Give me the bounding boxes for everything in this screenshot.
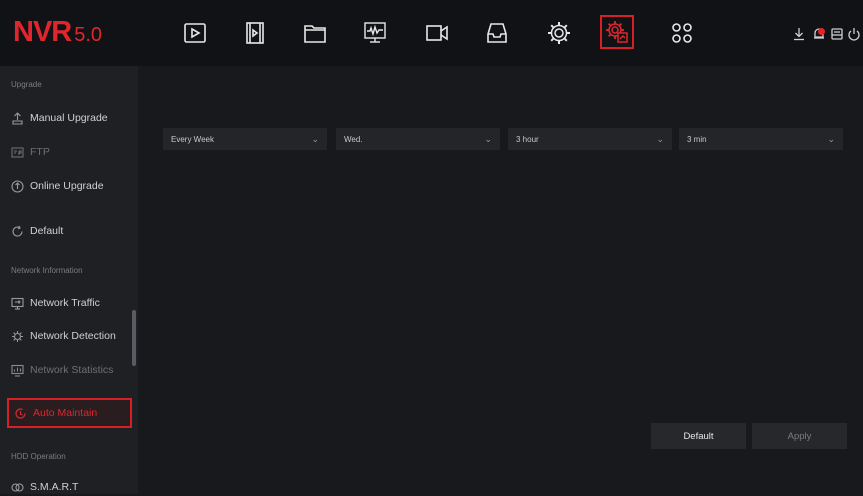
smart-icon xyxy=(11,481,24,494)
network-traffic-icon xyxy=(11,297,24,310)
sidebar-item-label: Default xyxy=(30,225,64,237)
sidebar-item-label: FTP xyxy=(30,146,50,158)
maintain-minute-select[interactable]: 3 min ⌄ xyxy=(679,128,843,150)
folder-icon[interactable] xyxy=(300,18,330,48)
maintenance-gear-icon[interactable] xyxy=(600,15,634,49)
select-value: 3 min xyxy=(687,134,707,144)
sidebar-scrollbar[interactable] xyxy=(132,310,136,366)
sidebar-item-manual-upgrade[interactable]: Manual Upgrade xyxy=(11,109,108,127)
sidebar: Upgrade Manual Upgrade FTP Online Upgrad… xyxy=(0,66,138,494)
sidebar-item-auto-maintain[interactable]: Auto Maintain xyxy=(7,398,132,428)
sidebar-item-label: Network Traffic xyxy=(30,297,100,309)
sidebar-item-network-detection[interactable]: Network Detection xyxy=(11,327,116,345)
sidebar-item-network-traffic[interactable]: Network Traffic xyxy=(11,294,100,312)
chevron-down-icon: ⌄ xyxy=(484,133,492,144)
chevron-down-icon: ⌄ xyxy=(656,133,664,144)
sidebar-item-default[interactable]: Default xyxy=(11,222,63,240)
top-toolbar: NVR 5.0 xyxy=(0,0,863,66)
sidebar-item-ftp[interactable]: FTP xyxy=(11,143,50,161)
maintain-day-select[interactable]: Wed. ⌄ xyxy=(336,128,500,150)
download-icon[interactable] xyxy=(792,27,806,41)
maintain-hour-select[interactable]: 3 hour ⌄ xyxy=(508,128,672,150)
select-value: Every Week xyxy=(171,134,214,144)
network-statistics-icon xyxy=(11,364,24,377)
chevron-down-icon: ⌄ xyxy=(311,133,319,144)
sidebar-item-label: Auto Maintain xyxy=(33,407,98,419)
section-title-hdd-operation: HDD Operation xyxy=(11,452,66,461)
apps-grid-icon[interactable] xyxy=(667,18,697,48)
default-button[interactable]: Default xyxy=(651,423,746,449)
sidebar-item-online-upgrade[interactable]: Online Upgrade xyxy=(11,177,104,195)
auto-maintain-icon xyxy=(14,407,27,420)
apply-button[interactable]: Apply xyxy=(752,423,847,449)
select-value: 3 hour xyxy=(516,134,539,144)
sidebar-item-label: Manual Upgrade xyxy=(30,112,108,124)
ftp-icon xyxy=(11,146,24,159)
sidebar-item-smart[interactable]: S.M.A.R.T xyxy=(11,478,78,496)
settings-gear-icon[interactable] xyxy=(544,18,574,48)
online-upgrade-icon xyxy=(11,179,24,193)
sidebar-item-label: Network Detection xyxy=(30,330,116,342)
nvr-logo: NVR 5.0 xyxy=(13,16,102,49)
logo-text: NVR xyxy=(13,16,72,48)
network-detection-icon xyxy=(11,330,24,343)
maintain-period-select[interactable]: Every Week ⌄ xyxy=(163,128,327,150)
default-reset-icon xyxy=(11,225,24,238)
playback-icon[interactable] xyxy=(180,18,210,48)
sidebar-item-label: S.M.A.R.T xyxy=(30,481,79,493)
sidebar-item-network-statistics[interactable]: Network Statistics xyxy=(11,361,113,379)
storage-icon[interactable] xyxy=(830,27,844,41)
logo-version: 5.0 xyxy=(74,24,103,46)
sidebar-item-label: Online Upgrade xyxy=(30,180,104,192)
upgrade-icon xyxy=(11,111,24,125)
monitor-waveform-icon[interactable] xyxy=(360,18,390,48)
section-title-network-information: Network Information xyxy=(11,266,83,275)
section-title-upgrade: Upgrade xyxy=(11,80,42,89)
sidebar-item-label: Network Statistics xyxy=(30,364,114,376)
alarm-icon[interactable] xyxy=(812,27,826,41)
camera-icon[interactable] xyxy=(422,18,452,48)
select-value: Wed. xyxy=(344,134,363,144)
video-clip-icon[interactable] xyxy=(240,18,270,48)
chevron-down-icon: ⌄ xyxy=(827,133,835,144)
power-icon[interactable] xyxy=(847,27,861,41)
inbox-icon[interactable] xyxy=(482,18,512,48)
